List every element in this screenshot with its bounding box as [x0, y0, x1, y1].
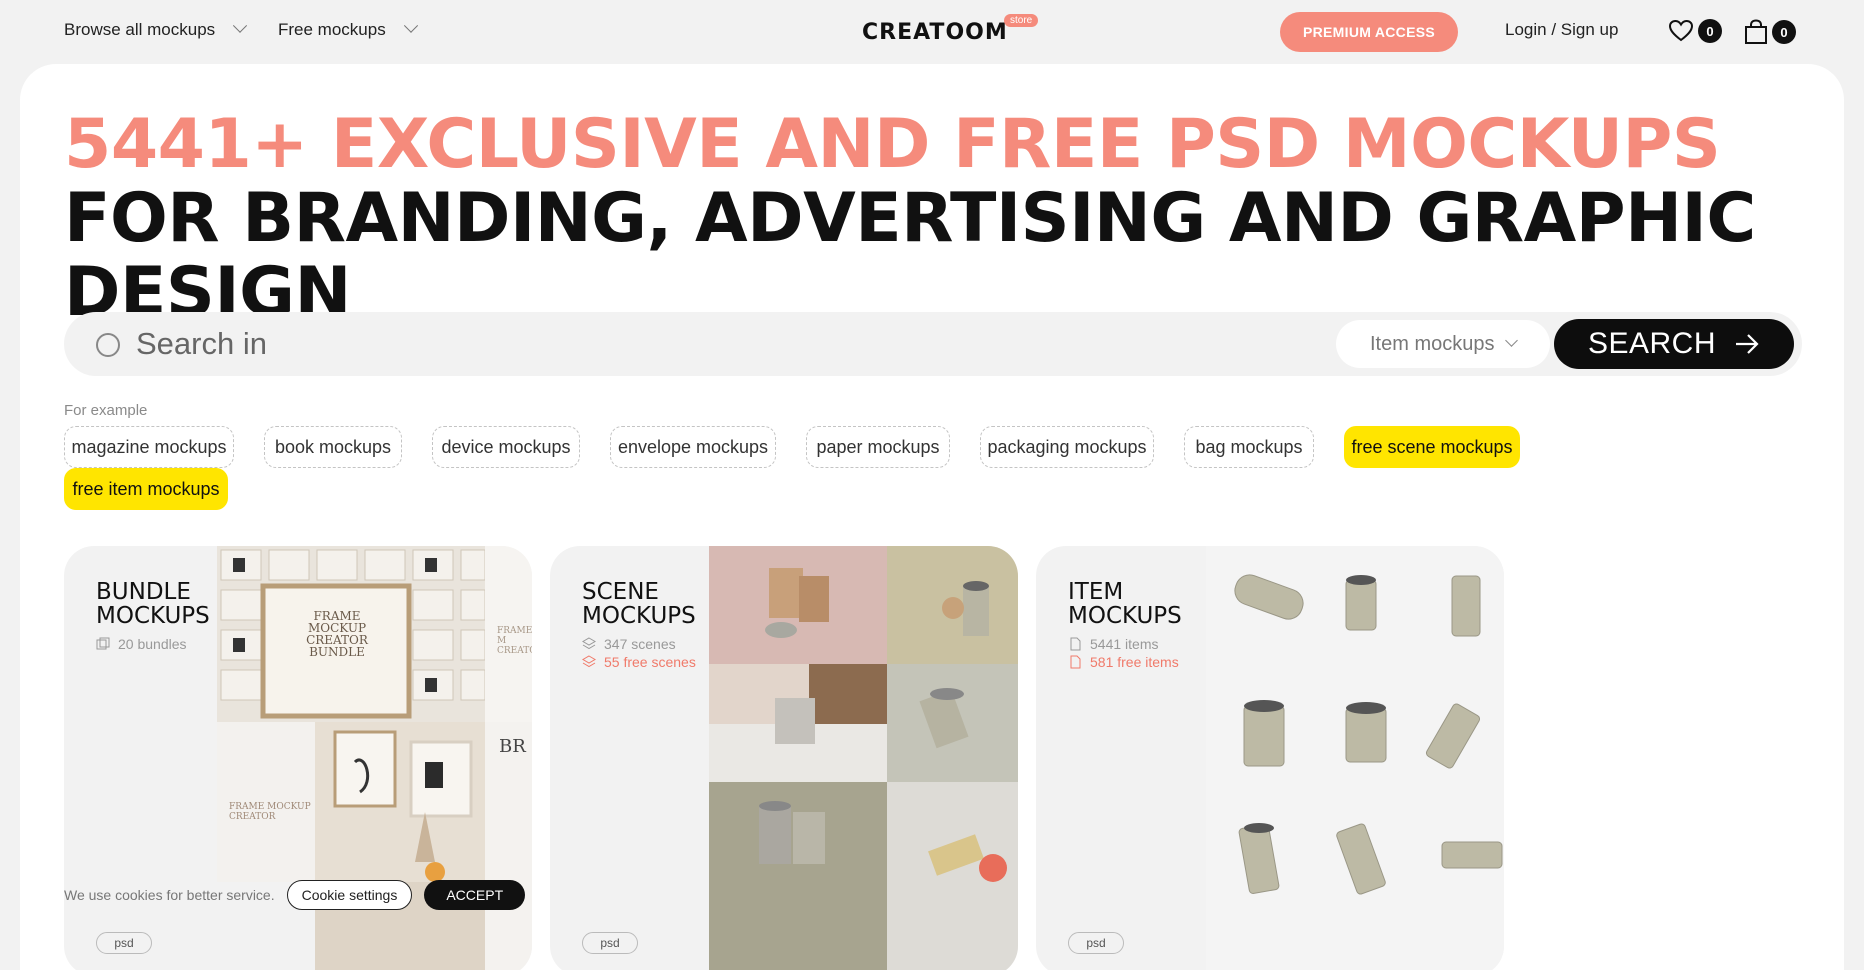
card-title: SCENE MOCKUPS [582, 579, 696, 629]
heart-icon [1668, 19, 1694, 42]
bundle-side-preview: FRAME M CREATO [485, 546, 532, 722]
bundle-preview-text-2: FRAME MOCKUP CREATOR [229, 802, 311, 822]
search-button[interactable]: SEARCH [1554, 319, 1794, 369]
cookie-text: We use cookies for better service. [64, 887, 275, 903]
examples-label: For example [64, 402, 148, 419]
bundle-icon [96, 637, 110, 650]
cart-count: 0 [1772, 20, 1796, 44]
search-icon [96, 333, 120, 357]
scene-image-paper-bags [709, 546, 887, 664]
scene-image-grapefruit [887, 782, 1018, 970]
headline-accent: 5441+ EXCLUSIVE AND FREE PSD MOCKUPS [64, 105, 1721, 184]
wishlist-button[interactable]: 0 [1668, 19, 1722, 43]
card-stat-label: 581 free items [1090, 654, 1179, 670]
bundle-side-text: FRAME M CREATO [497, 626, 532, 656]
search-bar: Item mockups SEARCH [64, 312, 1802, 376]
psd-badge: psd [96, 932, 152, 954]
item-mockups-card[interactable]: ITEM MOCKUPS 5441 items 581 free items p… [1036, 546, 1504, 970]
tag-free-scene-mockups[interactable]: free scene mockups [1344, 426, 1520, 468]
tag-packaging-mockups[interactable]: packaging mockups [980, 426, 1154, 468]
cart-button[interactable]: 0 [1744, 19, 1796, 45]
bundle-preview-image-3 [315, 722, 485, 970]
chevron-down-icon [233, 18, 248, 33]
bundle-preview-title: FRAME MOCKUP CREATOR BUNDLE [306, 609, 368, 659]
tag-magazine-mockups[interactable]: magazine mockups [64, 426, 234, 468]
search-button-label: SEARCH [1587, 327, 1717, 360]
card-stat-scenes: 347 scenes [582, 636, 676, 652]
free-mockups-menu[interactable]: Free mockups [278, 18, 418, 40]
card-stat-label: 55 free scenes [604, 654, 696, 670]
card-stat-items: 5441 items [1068, 636, 1158, 652]
scene-image-packaging [709, 664, 887, 782]
layers-icon [582, 637, 596, 650]
tag-bag-mockups[interactable]: bag mockups [1184, 426, 1314, 468]
top-navigation: Browse all mockups Free mockups CREATOOM… [0, 0, 1864, 62]
bundle-preview-image: FRAME MOCKUP CREATOR BUNDLE [217, 546, 485, 722]
card-stat-bundles: 20 bundles [96, 636, 187, 652]
main-panel: 5441+ EXCLUSIVE AND FREE PSD MOCKUPS FOR… [20, 64, 1844, 970]
browse-all-label: Browse all mockups [64, 20, 216, 39]
headline-rest: FOR BRANDING, ADVERTISING AND GRAPHIC DE… [64, 179, 1756, 332]
arrow-right-icon [1736, 334, 1759, 354]
tube-items-image [1234, 574, 1503, 895]
free-mockups-label: Free mockups [278, 20, 386, 39]
browse-all-menu[interactable]: Browse all mockups [64, 18, 248, 40]
tag-envelope-mockups[interactable]: envelope mockups [610, 426, 776, 468]
cookie-banner: We use cookies for better service. Cooki… [64, 872, 564, 918]
item-preview-grid [1206, 546, 1504, 970]
logo[interactable]: CREATOOM [862, 20, 1008, 45]
scene-mockups-card[interactable]: SCENE MOCKUPS 347 scenes 55 free scenes … [550, 546, 1018, 970]
bundle-side-preview-2: BR [485, 722, 532, 970]
card-title: ITEM MOCKUPS [1068, 579, 1182, 629]
file-icon [1070, 637, 1081, 651]
psd-badge: psd [1068, 932, 1124, 954]
tag-paper-mockups[interactable]: paper mockups [806, 426, 950, 468]
page-headline: 5441+ EXCLUSIVE AND FREE PSD MOCKUPS FOR… [64, 108, 1824, 330]
bundle-preview-image-2: FRAME MOCKUP CREATOR [217, 722, 315, 882]
category-select-value: Item mockups [1370, 332, 1495, 355]
scene-image-cup [887, 664, 1018, 782]
shopping-bag-icon [1745, 19, 1767, 44]
category-select[interactable]: Item mockups [1336, 320, 1550, 368]
frame-scene-image [315, 722, 485, 970]
card-stat-label: 347 scenes [604, 636, 676, 652]
cookie-accept-button[interactable]: ACCEPT [424, 880, 526, 910]
card-stat-free-scenes: 55 free scenes [582, 654, 696, 670]
card-stat-label: 5441 items [1090, 636, 1159, 652]
tag-device-mockups[interactable]: device mockups [432, 426, 580, 468]
layers-icon [582, 655, 596, 668]
wishlist-count: 0 [1698, 19, 1722, 43]
card-stat-label: 20 bundles [118, 636, 187, 652]
search-input[interactable] [136, 320, 1136, 368]
card-stat-free-items: 581 free items [1068, 654, 1179, 670]
scene-image-cups-stack [709, 782, 887, 970]
login-signup-link[interactable]: Login / Sign up [1505, 20, 1618, 40]
cookie-settings-button[interactable]: Cookie settings [286, 880, 413, 910]
scene-image-tubes [887, 546, 1018, 664]
card-title: BUNDLE MOCKUPS [96, 579, 210, 629]
psd-badge: psd [582, 932, 638, 954]
premium-access-button[interactable]: PREMIUM ACCESS [1280, 12, 1458, 52]
tag-free-item-mockups[interactable]: free item mockups [64, 468, 228, 510]
chevron-down-icon [403, 18, 418, 33]
tag-book-mockups[interactable]: book mockups [264, 426, 402, 468]
logo-store-badge: store [1004, 14, 1039, 27]
file-icon [1070, 655, 1081, 669]
chevron-down-icon [1505, 334, 1518, 347]
bundle-side-letters: BR [499, 736, 526, 757]
